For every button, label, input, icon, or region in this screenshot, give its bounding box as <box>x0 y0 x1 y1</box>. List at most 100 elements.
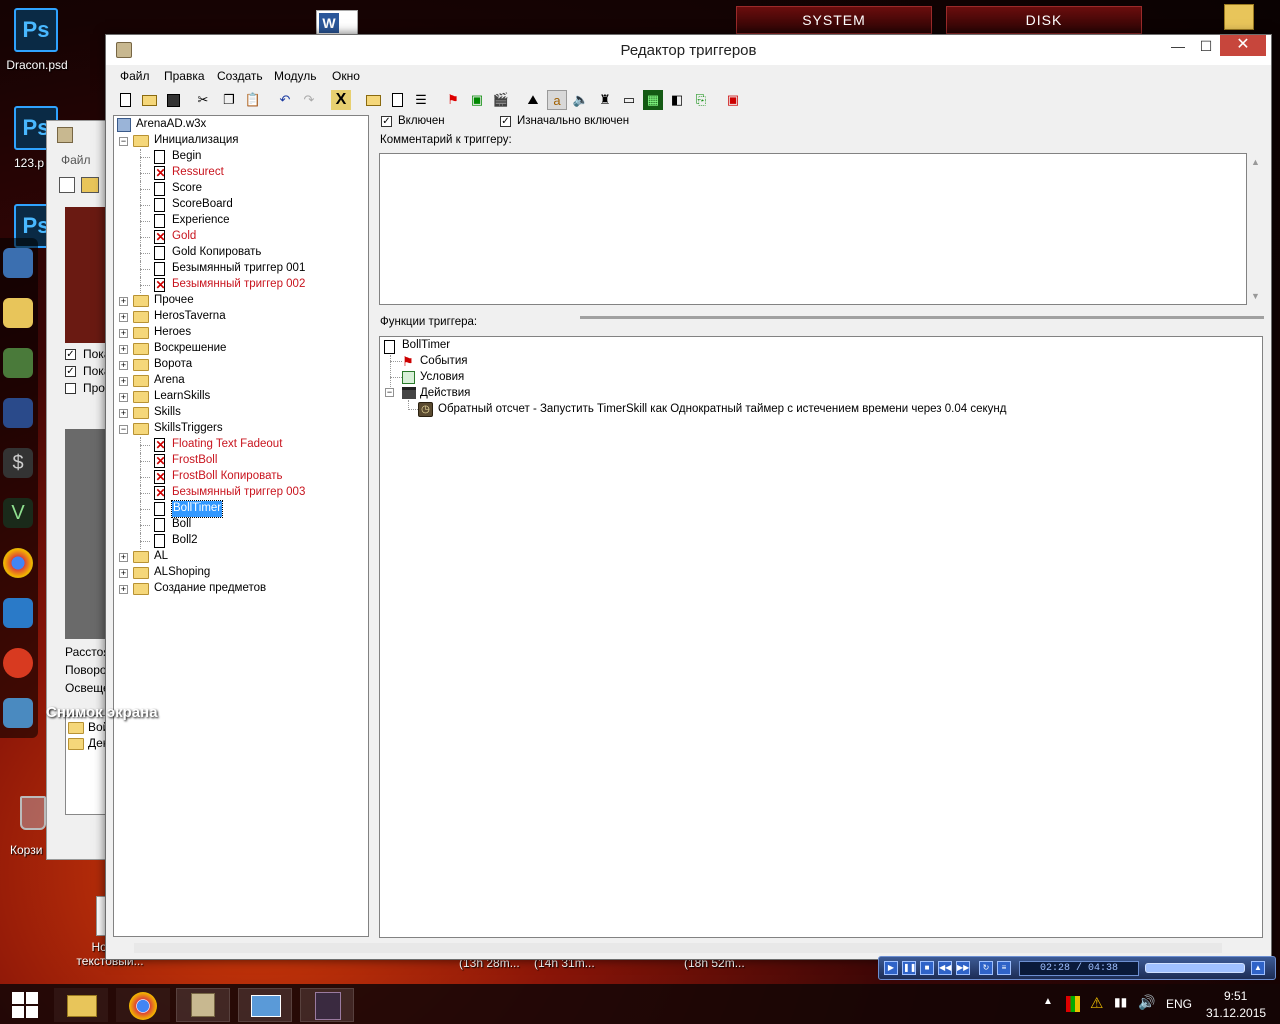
word-document-icon[interactable]: W <box>316 10 358 36</box>
tree-folder[interactable]: − Инициализация <box>114 133 364 149</box>
chrome-taskbar-button[interactable] <box>116 988 170 1022</box>
tree-trigger[interactable]: Gold Копировать <box>114 245 364 261</box>
play-icon[interactable]: ▶ <box>884 961 898 975</box>
world-editor-taskbar-button[interactable] <box>176 988 230 1022</box>
object-manager-icon[interactable]: ◧ <box>667 90 687 110</box>
vectorize-icon[interactable]: V <box>3 498 33 528</box>
tree-trigger[interactable]: Begin <box>114 149 364 165</box>
expand-toggle[interactable]: + <box>119 377 128 386</box>
undo-icon[interactable]: ↶ <box>275 90 295 110</box>
splitter-bar[interactable] <box>580 316 1264 319</box>
windows-start-icon[interactable] <box>12 992 38 1018</box>
expand-toggle[interactable]: + <box>119 553 128 562</box>
tree-trigger[interactable]: Безымянный триггер 002 <box>114 277 364 293</box>
image-viewer-taskbar-button[interactable] <box>238 988 292 1022</box>
prev-icon[interactable]: ◀◀ <box>938 961 952 975</box>
tree-folder[interactable]: + Ворота <box>114 357 364 373</box>
scroll-up-arrow[interactable]: ▲ <box>1251 157 1260 167</box>
horizontal-scrollbar[interactable] <box>134 943 1222 953</box>
new-action-icon[interactable]: 🎬 <box>491 90 511 110</box>
clock-date[interactable]: 31.12.2015 <box>1206 1006 1266 1020</box>
copy-icon[interactable]: ❐ <box>219 90 239 110</box>
new-condition-icon[interactable]: ▣ <box>467 90 487 110</box>
tree-folder[interactable]: + Воскрешение <box>114 341 364 357</box>
maximize-button[interactable]: ☐ <box>1193 38 1219 58</box>
expand-toggle[interactable]: + <box>119 313 128 322</box>
delete-icon[interactable]: X <box>331 90 351 110</box>
bg-checkbox[interactable]: ✓ <box>65 366 76 377</box>
recycle-icon[interactable] <box>3 348 33 378</box>
tree-trigger[interactable]: Boll <box>114 517 364 533</box>
eject-icon[interactable]: ▲ <box>1251 961 1265 975</box>
menu-module[interactable]: Модуль <box>274 69 317 83</box>
photoshop-file-icon[interactable]: Ps <box>14 8 58 52</box>
functions-trigger-name[interactable]: BollTimer <box>402 338 450 354</box>
trigger-tree[interactable]: ArenaAD.w3x − Инициализация Begin Ressurect… <box>113 115 369 937</box>
tree-folder[interactable]: + Heroes <box>114 325 364 341</box>
collapse-toggle[interactable]: − <box>119 425 128 434</box>
new-icon[interactable] <box>59 177 75 193</box>
object-editor-icon[interactable]: ♜ <box>595 90 615 110</box>
new-trigger-icon[interactable] <box>387 90 407 110</box>
menu-window[interactable]: Окно <box>332 69 360 83</box>
tree-folder[interactable]: + Arena <box>114 373 364 389</box>
tree-folder[interactable]: + LearnSkills <box>114 389 364 405</box>
tree-trigger[interactable]: Gold <box>114 229 364 245</box>
media-seek-bar[interactable] <box>1145 963 1245 973</box>
ai-editor-icon[interactable]: ▦ <box>643 90 663 110</box>
repeat-icon[interactable]: ↻ <box>979 961 993 975</box>
tree-folder[interactable]: − SkillsTriggers <box>114 421 364 437</box>
chrome-icon[interactable] <box>3 548 33 578</box>
new-comment-icon[interactable]: ☰ <box>411 90 431 110</box>
tree-root[interactable]: ArenaAD.w3x <box>136 117 206 133</box>
open-icon[interactable] <box>139 90 159 110</box>
collapse-toggle[interactable]: − <box>385 388 394 397</box>
new-event-icon[interactable]: ⚑ <box>443 90 463 110</box>
tree-trigger[interactable]: Score <box>114 181 364 197</box>
new-icon[interactable] <box>115 90 135 110</box>
tree-trigger[interactable]: Floating Text Fadeout <box>114 437 364 453</box>
expand-toggle[interactable]: + <box>119 297 128 306</box>
expand-toggle[interactable]: + <box>119 585 128 594</box>
events-node[interactable]: События <box>420 354 467 370</box>
action-item[interactable]: Обратный отсчет - Запустить TimerSkill к… <box>438 402 1006 418</box>
new-category-icon[interactable] <box>363 90 383 110</box>
actions-node[interactable]: Действия <box>420 386 470 402</box>
cut-icon[interactable]: ✂ <box>193 90 213 110</box>
pause-icon[interactable]: ❚❚ <box>902 961 916 975</box>
app-tray-icon[interactable] <box>1066 996 1080 1012</box>
tree-trigger[interactable]: Безымянный триггер 003 <box>114 485 364 501</box>
campaign-editor-icon[interactable]: ▭ <box>619 90 639 110</box>
system-gadget[interactable]: SYSTEM <box>736 6 932 34</box>
open-icon[interactable] <box>81 177 99 193</box>
tree-trigger[interactable]: FrostBoll Копировать <box>114 469 364 485</box>
minimize-button[interactable]: — <box>1165 38 1191 58</box>
expand-toggle[interactable]: + <box>119 393 128 402</box>
screenshot-icon[interactable] <box>3 698 33 728</box>
bg-checkbox[interactable] <box>65 383 76 394</box>
recycle-bin-icon[interactable] <box>20 796 46 830</box>
paste-icon[interactable]: 📋 <box>243 90 263 110</box>
computer-icon[interactable] <box>3 248 33 278</box>
tree-folder[interactable]: + AL <box>114 549 364 565</box>
tree-folder[interactable]: + Прочее <box>114 293 364 309</box>
tree-trigger[interactable]: Ressurect <box>114 165 364 181</box>
dollar-icon[interactable]: $ <box>3 448 33 478</box>
menu-edit[interactable]: Правка <box>164 69 205 83</box>
playlist-icon[interactable]: ≡ <box>997 961 1011 975</box>
tree-trigger[interactable]: BollTimer <box>114 500 364 518</box>
disk-gadget[interactable]: DISK <box>946 6 1142 34</box>
explorer-taskbar-button[interactable] <box>54 988 108 1022</box>
music-icon[interactable] <box>3 598 33 628</box>
tree-folder[interactable]: + Создание предметов <box>114 581 364 597</box>
conditions-node[interactable]: Условия <box>420 370 464 386</box>
enabled-checkbox[interactable]: ✓ <box>381 116 392 127</box>
network-icon[interactable] <box>3 398 33 428</box>
warning-icon[interactable]: ⚠ <box>1090 994 1103 1012</box>
menu-create[interactable]: Создать <box>217 69 263 83</box>
comment-textarea[interactable] <box>379 153 1247 305</box>
expand-toggle[interactable]: + <box>119 329 128 338</box>
expand-toggle[interactable]: + <box>119 409 128 418</box>
language-indicator[interactable]: ENG <box>1166 997 1192 1011</box>
scroll-down-arrow[interactable]: ▼ <box>1251 291 1260 301</box>
